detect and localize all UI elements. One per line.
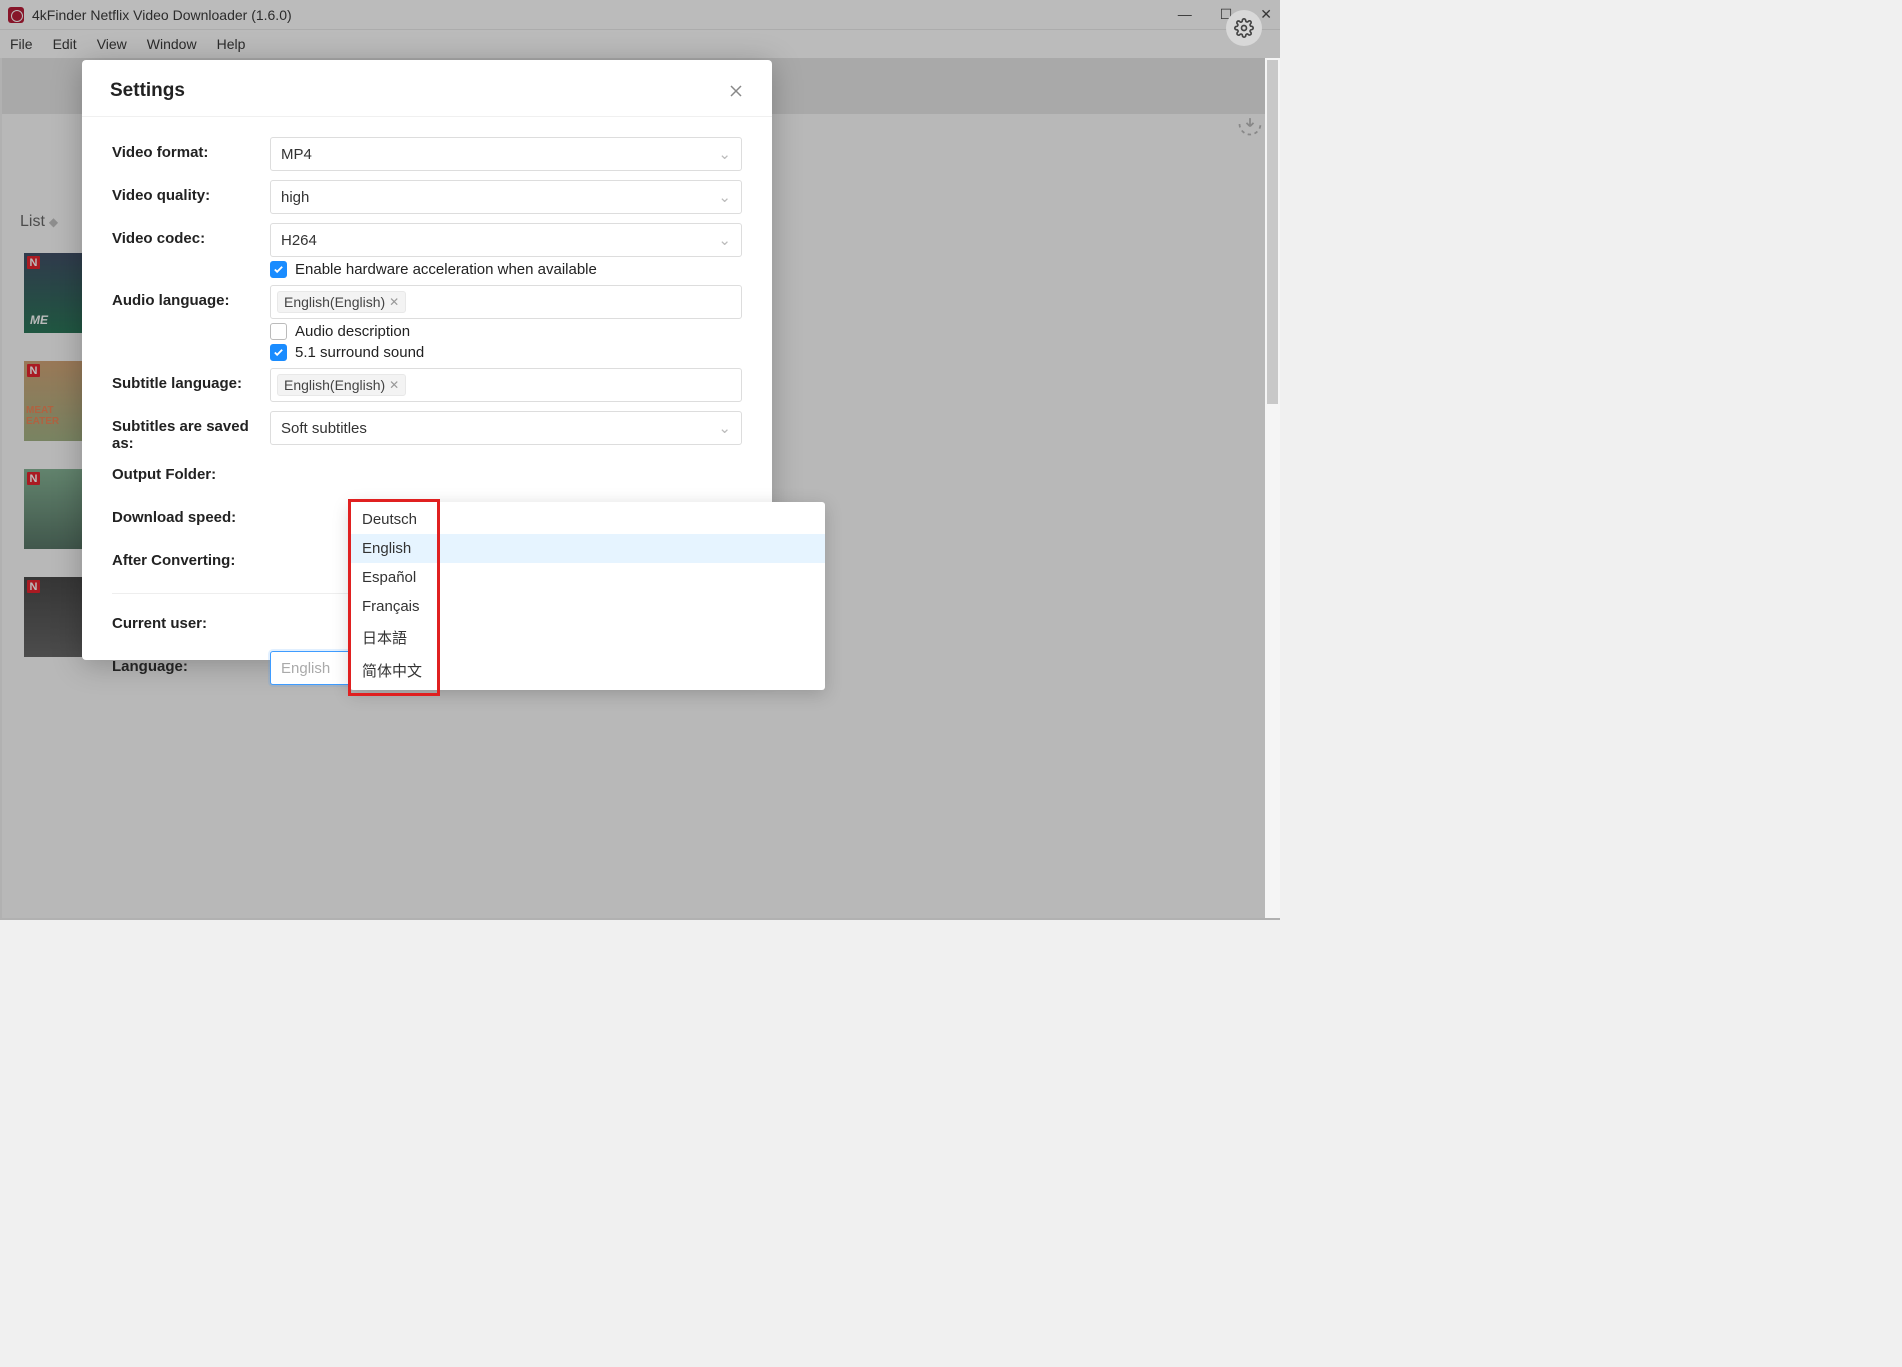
subtitles-saved-select[interactable]: Soft subtitles ⌄	[270, 411, 742, 445]
video-format-select[interactable]: MP4 ⌄	[270, 137, 742, 171]
dropdown-item-english[interactable]: English	[350, 534, 825, 563]
video-format-label: Video format:	[112, 137, 270, 161]
after-converting-label: After Converting:	[112, 545, 270, 569]
download-speed-label: Download speed:	[112, 502, 270, 526]
subtitle-language-label: Subtitle language:	[112, 368, 270, 392]
video-quality-select[interactable]: high ⌄	[270, 180, 742, 214]
modal-title: Settings	[110, 80, 185, 102]
subtitle-language-tag[interactable]: English(English)✕	[277, 374, 406, 396]
audio-language-input[interactable]: English(English)✕	[270, 285, 742, 319]
subtitles-saved-label: Subtitles are saved as:	[112, 411, 270, 452]
video-codec-label: Video codec:	[112, 223, 270, 247]
current-user-label: Current user:	[112, 608, 270, 632]
video-codec-select[interactable]: H264 ⌄	[270, 223, 742, 257]
dropdown-item-chinese[interactable]: 简体中文	[350, 654, 825, 687]
download-queue-button[interactable]	[1236, 110, 1266, 140]
close-icon	[728, 83, 744, 99]
chevron-down-icon: ⌄	[718, 188, 731, 206]
surround-label: 5.1 surround sound	[295, 344, 424, 361]
remove-tag-icon[interactable]: ✕	[389, 378, 399, 392]
chevron-down-icon: ⌄	[718, 419, 731, 437]
hw-accel-label: Enable hardware acceleration when availa…	[295, 261, 597, 278]
scrollbar-thumb[interactable]	[1267, 60, 1278, 404]
settings-button[interactable]	[1226, 10, 1262, 46]
audio-language-tag[interactable]: English(English)✕	[277, 291, 406, 313]
chevron-down-icon: ⌄	[718, 145, 731, 163]
gear-icon	[1234, 18, 1254, 38]
download-icon	[1236, 110, 1264, 138]
language-dropdown: Deutsch English Español Français 日本語 简体中…	[350, 502, 825, 690]
settings-modal: Settings Video format: MP4 ⌄ Video quali…	[82, 60, 772, 660]
subtitle-language-input[interactable]: English(English)✕	[270, 368, 742, 402]
video-quality-label: Video quality:	[112, 180, 270, 204]
audio-language-label: Audio language:	[112, 285, 270, 309]
language-label: Language:	[112, 651, 270, 675]
audio-description-label: Audio description	[295, 323, 410, 340]
remove-tag-icon[interactable]: ✕	[389, 295, 399, 309]
dropdown-item-francais[interactable]: Français	[350, 592, 825, 621]
modal-close-button[interactable]	[728, 83, 744, 99]
hw-accel-checkbox[interactable]	[270, 261, 287, 278]
dropdown-item-japanese[interactable]: 日本語	[350, 621, 825, 654]
dropdown-item-espanol[interactable]: Español	[350, 563, 825, 592]
dropdown-item-deutsch[interactable]: Deutsch	[350, 505, 825, 534]
vertical-scrollbar[interactable]	[1265, 58, 1280, 918]
chevron-down-icon: ⌄	[718, 231, 731, 249]
output-folder-label: Output Folder:	[112, 459, 270, 483]
audio-description-checkbox[interactable]	[270, 323, 287, 340]
surround-checkbox[interactable]	[270, 344, 287, 361]
